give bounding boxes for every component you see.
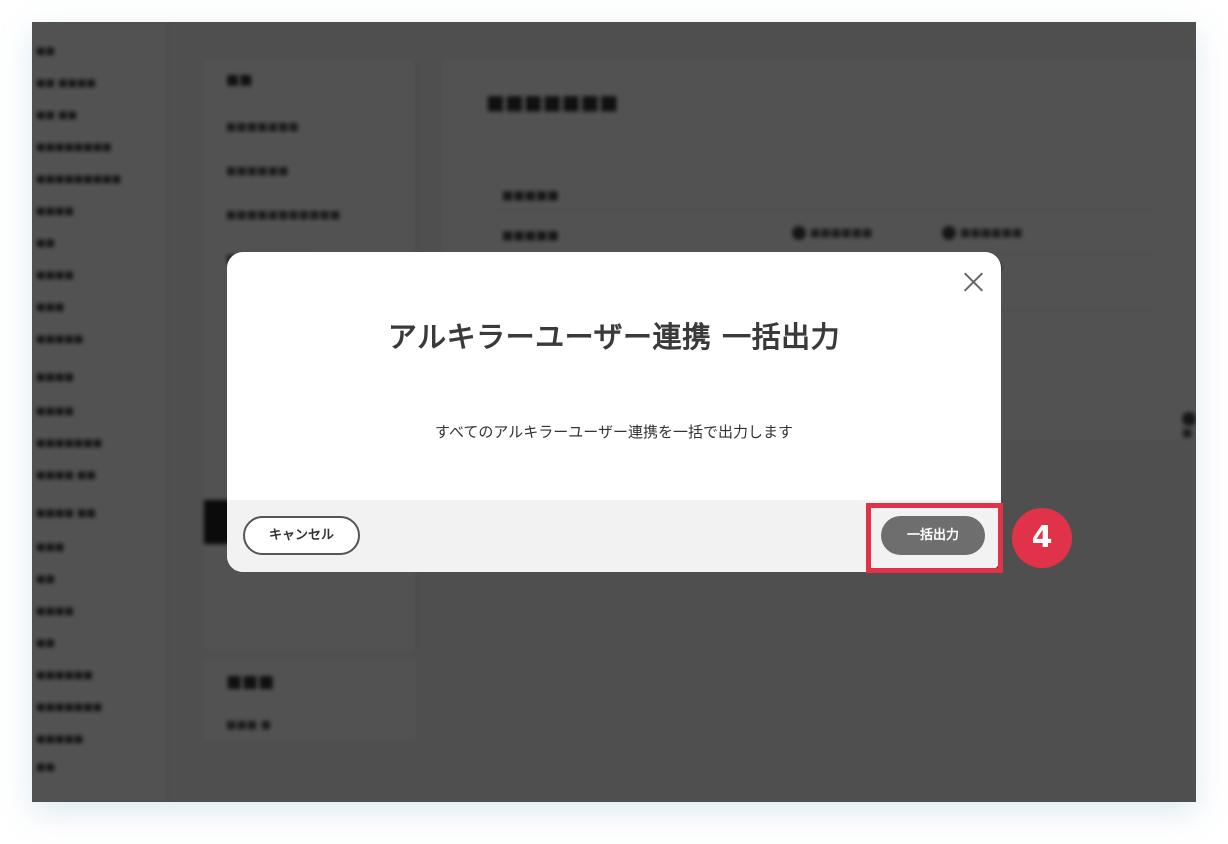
dialog-message: すべてのアルキラーユーザー連携を一括で出力します [435,423,793,441]
cancel-button[interactable]: キャンセル [243,516,360,555]
close-icon[interactable] [959,268,987,296]
step-number-badge: 4 [1012,508,1072,568]
step-highlight-box [866,503,1003,573]
dialog-title: アルキラーユーザー連携 一括出力 [387,320,841,354]
